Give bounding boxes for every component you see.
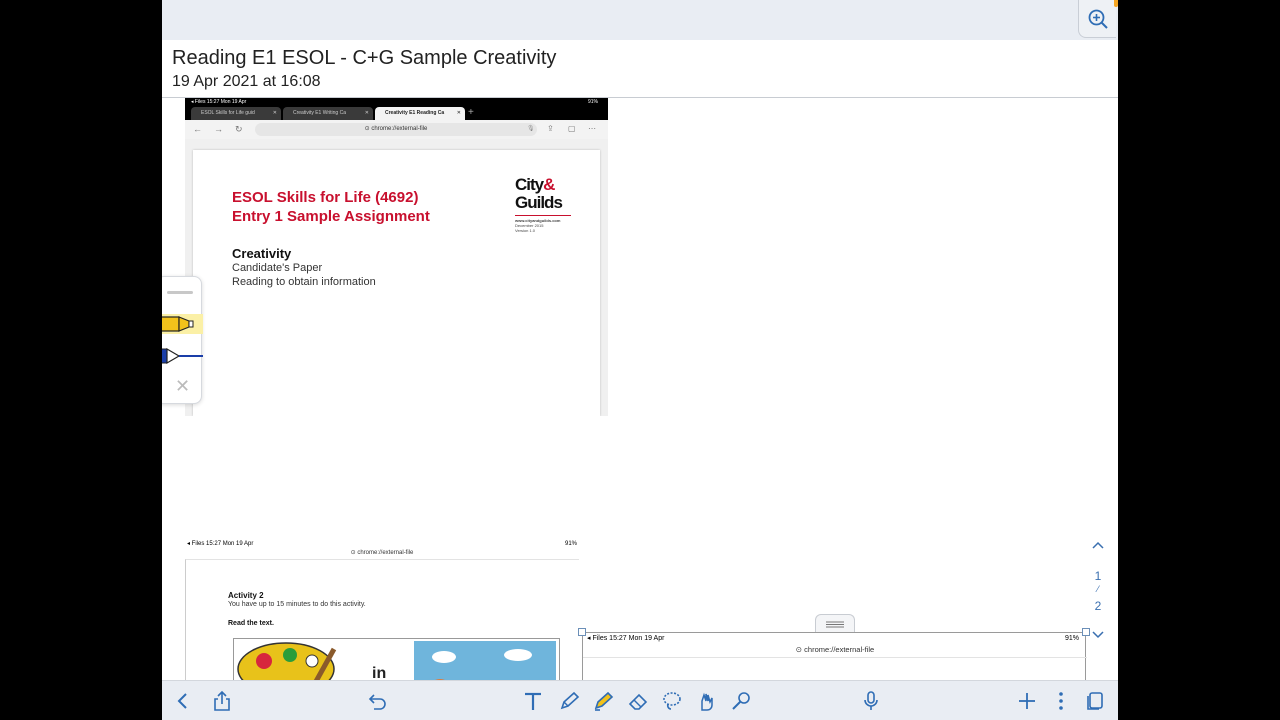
bottom-toolbar (162, 680, 1118, 720)
pasted-screenshot-activity[interactable]: ◂ Files 15:27 Mon 19 Apr 91% ⊙ chrome://… (185, 536, 579, 718)
browser-address-bar: ← → ↻ ⊙ chrome://external-file 🎙 ⇪ ▢ ⋯ (185, 120, 608, 139)
back-arrow-icon: ← (193, 124, 202, 134)
ios-status-bar: ◂ Files 15:27 Mon 19 Apr 91% (185, 98, 608, 106)
tab-label: Creativity E1 Reading Ca (385, 110, 445, 116)
tabs-icon: ▢ (568, 124, 576, 133)
notes-app: Reading E1 ESOL - C+G Sample Creativity … (162, 0, 1118, 720)
pdf-line: Candidate's Paper (232, 262, 323, 274)
zoom-in-icon (1088, 9, 1108, 29)
current-page: 1 (1094, 569, 1102, 583)
close-icon: ✕ (272, 110, 277, 116)
share-icon (214, 690, 230, 711)
url-field: ⊙ chrome://external-file (255, 123, 537, 136)
mic-icon: 🎙 (527, 126, 535, 132)
logo-city: City (515, 175, 544, 194)
recording-indicator (1114, 0, 1118, 7)
laser-pointer-button[interactable] (729, 689, 753, 713)
undo-button[interactable] (365, 689, 389, 713)
share-button[interactable] (210, 689, 234, 713)
share-icon: ⇪ (547, 124, 554, 133)
pen-blue-icon[interactable] (162, 345, 203, 367)
more-options-button[interactable] (1049, 689, 1073, 713)
back-button[interactable] (171, 689, 195, 713)
lasso-tool-button[interactable] (660, 689, 684, 713)
highlighter-icon (594, 691, 614, 711)
note-date: 19 Apr 2021 at 16:08 (172, 73, 321, 90)
activity-instruction: You have up to 15 minutes to do this act… (228, 601, 366, 608)
new-tab-icon: + (468, 107, 474, 118)
lasso-icon (663, 692, 681, 710)
page-separator: ⁄ (1097, 584, 1099, 594)
microphone-icon (864, 691, 878, 710)
eraser-tool-button[interactable] (626, 689, 650, 713)
forward-arrow-icon: → (214, 124, 223, 134)
ios-status-bar: ◂ Files 15:27 Mon 19 Apr 91% (587, 634, 1083, 644)
palette-grip[interactable] (167, 291, 193, 294)
browser-tab: Creativity E1 Writing Ca ✕ (283, 107, 373, 120)
pdf-heading: ESOL Skills for Life (4692) Entry 1 Samp… (232, 188, 430, 226)
eraser-icon (628, 693, 648, 710)
text-tool-icon (525, 692, 541, 710)
text-tool-button[interactable] (521, 689, 545, 713)
shape-tool-button[interactable] (695, 689, 719, 713)
chevron-down-icon[interactable] (1091, 630, 1105, 640)
highlighter-tool-button[interactable] (591, 689, 615, 713)
tab-label: ESOL Skills for Life guid (201, 110, 255, 116)
status-left: ◂ Files 15:27 Mon 19 Apr (191, 99, 247, 105)
pasted-screenshot-cover[interactable]: ◂ Files 15:27 Mon 19 Apr 91% ESOL Skills… (185, 98, 608, 416)
more-vertical-icon (1059, 692, 1063, 710)
browser-tab-active: Creativity E1 Reading Ca ✕ (375, 107, 465, 120)
palette-close-icon[interactable]: ✕ (175, 377, 190, 395)
battery-level: 91% (587, 99, 598, 105)
url-text: ⊙ chrome://external-file (350, 550, 414, 556)
grip-lines-icon (826, 621, 844, 627)
pen-tool-button[interactable] (557, 689, 581, 713)
status-left: ◂ Files 15:27 Mon 19 Apr (587, 635, 665, 642)
resize-handle[interactable] (578, 628, 586, 636)
plus-icon (1019, 693, 1035, 709)
pages-icon (1087, 692, 1103, 710)
highlighter-yellow-icon[interactable] (162, 313, 203, 335)
zoom-button[interactable] (1078, 0, 1116, 38)
read-instruction: Read the text. (228, 620, 274, 627)
laser-pointer-icon (732, 692, 750, 710)
total-pages: 2 (1094, 599, 1102, 613)
pdf-line: Reading to obtain information (232, 276, 376, 288)
heading-line-1: ESOL Skills for Life (4692) (232, 189, 419, 206)
record-audio-button[interactable] (859, 689, 883, 713)
activity-title: Activity 2 (228, 591, 264, 600)
page-indicator: 1 ⁄ 2 (1084, 536, 1112, 642)
browser-tab-strip: ESOL Skills for Life guid ✕ Creativity E1… (185, 106, 608, 120)
browser-tab: ESOL Skills for Life guid ✕ (191, 107, 281, 120)
hand-draw-icon (701, 692, 713, 711)
note-title: Reading E1 ESOL - C+G Sample Creativity (172, 47, 557, 69)
status-left: ◂ Files 15:27 Mon 19 Apr (187, 541, 254, 547)
logo-amp: & (543, 175, 555, 194)
more-icon: ⋯ (588, 124, 596, 133)
chevron-left-icon (177, 693, 187, 709)
pen-icon (560, 691, 580, 710)
pages-button[interactable] (1083, 689, 1107, 713)
url-text: ⊙ chrome://external-file (795, 645, 875, 654)
pen-palette: ✕ (162, 276, 203, 404)
close-icon: ✕ (456, 110, 461, 116)
logo-guilds: Guilds (515, 193, 563, 212)
drag-handle[interactable] (815, 614, 855, 632)
pdf-subject: Creativity (232, 246, 292, 261)
battery-level: 91% (1064, 635, 1079, 642)
logo-version: Version 1.0 (515, 228, 536, 233)
chevron-up-icon[interactable] (1091, 540, 1105, 550)
undo-icon (368, 694, 386, 710)
tab-label: Creativity E1 Writing Ca (293, 110, 346, 116)
add-button[interactable] (1015, 689, 1039, 713)
heading-line-2: Entry 1 Sample Assignment (232, 208, 430, 225)
top-bar (162, 0, 1118, 40)
pdf-activity-page: Activity 2 You have up to 15 minutes to … (185, 559, 579, 718)
city-and-guilds-logo: City& Guilds www.cityandguilds.com Decem… (515, 176, 575, 233)
reload-icon: ↻ (235, 124, 243, 134)
pdf-cover-page: ESOL Skills for Life (4692) Entry 1 Samp… (193, 150, 600, 416)
close-icon: ✕ (364, 110, 369, 116)
